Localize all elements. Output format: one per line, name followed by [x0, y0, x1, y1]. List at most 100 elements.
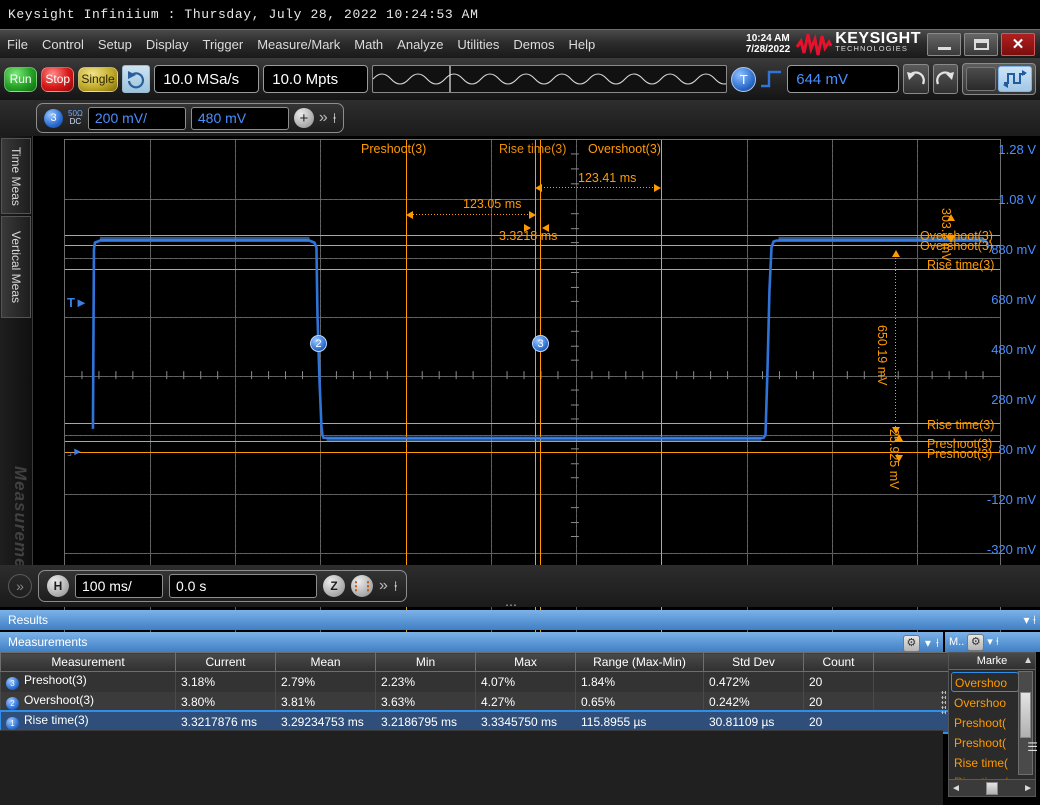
markers-scroll-up-icon[interactable]: ▲ [1023, 655, 1033, 666]
menu-item-math[interactable]: Math [347, 31, 390, 58]
clock-time: 10:24 AM [746, 33, 790, 44]
results-empty-area [0, 730, 943, 805]
chevron-right-icon[interactable]: » [319, 109, 328, 127]
autoscale-button[interactable] [998, 66, 1032, 92]
rail-tab-vertical-meas[interactable]: Vertical Meas [1, 216, 31, 318]
close-button[interactable]: ✕ [1001, 32, 1035, 56]
delta-left-arrow-right [529, 211, 536, 219]
marker-3[interactable]: 3 [532, 335, 549, 352]
channel-number-badge[interactable]: 3 [44, 108, 63, 128]
cell-current: 3.80% [175, 691, 276, 712]
cell-current: 3.18% [175, 671, 276, 692]
markers-pin-icon[interactable]: ⍿ [996, 632, 999, 652]
markers-scroll-right-icon[interactable]: ► [1023, 783, 1033, 794]
col-range[interactable]: Range (Max-Min) [575, 652, 704, 672]
memory-depth-field[interactable]: 10.0 Mpts [263, 65, 369, 93]
col-min[interactable]: Min [375, 652, 476, 672]
marker-list-item[interactable]: Preshoot( [951, 713, 1019, 733]
cell-range: 0.65% [575, 691, 704, 712]
clock-date: 7/28/2022 [745, 44, 791, 55]
marker-2[interactable]: 2 [310, 335, 327, 352]
undo-icon [906, 71, 925, 85]
oscilloscope-app: Keysight Infiniium : Thursday, July 28, … [0, 0, 1040, 805]
minimize-button[interactable] [927, 32, 961, 56]
zoom-icon[interactable]: Z [323, 575, 345, 597]
marker-list-item[interactable]: Overshoo [951, 672, 1019, 692]
delay-field[interactable]: 0.0 s [169, 574, 317, 598]
markers-scroll-left-icon[interactable]: ◄ [951, 783, 961, 794]
rail-tab-time-meas[interactable]: Time Meas [1, 138, 31, 214]
horizontal-badge[interactable]: H [47, 575, 69, 597]
table-row-selected[interactable]: 1 Rise time(3) 3.3217876 ms 3.29234753 ms… [0, 709, 959, 734]
menu-item-analyze[interactable]: Analyze [390, 31, 450, 58]
segment-icon[interactable]: ⋮⋮ [350, 575, 374, 597]
ground-reference-marker[interactable]: ⌟► [67, 445, 83, 458]
toolbar-extra-button[interactable] [966, 67, 996, 91]
redo-button[interactable] [932, 64, 958, 94]
results-collapse-icon[interactable]: ▾ [1024, 613, 1030, 627]
chevron-down-icon[interactable]: ▾ [925, 633, 931, 653]
horizontal-pin-icon[interactable]: ⍿ [394, 578, 398, 595]
waveform-overview-pane[interactable] [372, 65, 728, 93]
gear-icon[interactable]: ⚙ [902, 634, 920, 652]
trigger-badge[interactable]: T [731, 66, 757, 92]
markers-dropdown-icon[interactable]: ▾ [987, 632, 993, 652]
markers-vertical-scrollbar[interactable] [1018, 671, 1033, 775]
markers-horizontal-scrollbar[interactable]: ◄ ► [949, 779, 1035, 796]
single-button[interactable]: Single [78, 66, 118, 92]
run-button[interactable]: Run [4, 66, 38, 92]
edge-trigger-icon[interactable] [759, 68, 783, 90]
table-row[interactable]: 2 Overshoot(3) 3.80% 3.81% 3.63% 4.27% 0.… [0, 691, 957, 712]
sample-rate-field[interactable]: 10.0 MSa/s [154, 65, 260, 93]
markers-hscroll-thumb[interactable] [986, 781, 998, 795]
trigger-level-marker[interactable]: T► [67, 295, 88, 310]
horizontal-collapse-icon[interactable]: » [8, 574, 32, 598]
undo-button[interactable] [903, 64, 929, 94]
panel-splitter-grip[interactable] [941, 690, 946, 716]
measurements-pin-icon[interactable]: ⍿ [936, 633, 939, 653]
annotation-preshoot-top: Preshoot(3) [361, 142, 427, 156]
pin-icon[interactable]: ⍿ [333, 110, 337, 127]
cell-mean: 3.81% [275, 691, 376, 712]
menu-item-control[interactable]: Control [35, 31, 91, 58]
plus-icon[interactable]: + [293, 108, 314, 128]
table-row[interactable]: 3 Preshoot(3) 3.18% 2.79% 2.23% 4.07% 1.8… [0, 671, 957, 692]
markers-column-header[interactable]: Marke [949, 653, 1035, 670]
menu-item-file[interactable]: File [0, 31, 35, 58]
col-spacer [873, 652, 957, 672]
window-title: Keysight Infiniium : Thursday, July 28, … [0, 0, 1040, 29]
results-pin-icon[interactable]: ⍿ [1033, 613, 1036, 627]
markers-gear-icon[interactable]: ⚙ [967, 633, 985, 651]
channel-coupling[interactable]: 50Ω DC [68, 109, 83, 127]
col-measurement[interactable]: Measurement [0, 652, 176, 672]
menu-item-demos[interactable]: Demos [506, 31, 561, 58]
hamburger-icon[interactable]: ☰ [1027, 740, 1038, 754]
clear-display-button[interactable] [121, 65, 151, 93]
menu-item-display[interactable]: Display [139, 31, 196, 58]
col-count[interactable]: Count [803, 652, 874, 672]
menu-item-measure-mark[interactable]: Measure/Mark [250, 31, 347, 58]
measurements-table: Measurement Current Mean Min Max Range (… [0, 652, 959, 734]
channel-offset-field[interactable]: 480 mV [190, 106, 289, 130]
stop-button[interactable]: Stop [41, 66, 75, 92]
marker-list-item[interactable]: Rise time( [951, 753, 1019, 773]
col-mean[interactable]: Mean [275, 652, 376, 672]
markers-scroll-thumb[interactable] [1020, 692, 1031, 738]
marker-list-item[interactable]: Overshoo [951, 693, 1019, 713]
acquisition-toolbar: Run Stop Single 10.0 MSa/s 10.0 Mpts T 6… [0, 58, 1040, 100]
col-stddev[interactable]: Std Dev [703, 652, 804, 672]
menu-item-help[interactable]: Help [562, 31, 603, 58]
restore-button[interactable] [964, 32, 998, 56]
horizontal-more-icon[interactable]: » [379, 577, 388, 595]
marker-list-item[interactable]: Preshoot( [951, 733, 1019, 753]
markers-list-panel[interactable]: Marke Overshoo Overshoo Preshoot( Presho… [948, 652, 1036, 797]
volts-per-div-field[interactable]: 200 mV/ [87, 106, 186, 130]
menu-item-setup[interactable]: Setup [91, 31, 139, 58]
menu-item-utilities[interactable]: Utilities [450, 31, 506, 58]
time-per-div-field[interactable]: 100 ms/ [75, 574, 163, 598]
col-max[interactable]: Max [475, 652, 576, 672]
menu-item-trigger[interactable]: Trigger [195, 31, 250, 58]
trigger-level-field[interactable]: 644 mV [787, 65, 900, 93]
cell-measurement: 3 Preshoot(3) [0, 671, 176, 692]
col-current[interactable]: Current [175, 652, 276, 672]
